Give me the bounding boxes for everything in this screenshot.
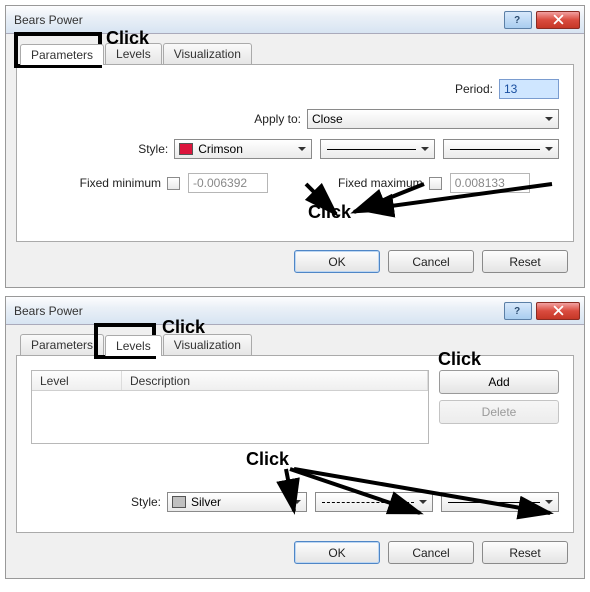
color-name: Crimson — [198, 142, 243, 156]
add-button[interactable]: Add — [439, 370, 559, 394]
tab-parameters[interactable]: Parameters — [20, 334, 104, 355]
line-style-combo[interactable] — [315, 492, 433, 512]
style-label: Style: — [31, 142, 168, 156]
color-combo[interactable]: Silver — [167, 492, 307, 512]
window-title: Bears Power — [14, 13, 504, 27]
chevron-down-icon — [290, 495, 304, 509]
window-title: Bears Power — [14, 304, 504, 318]
svg-text:?: ? — [514, 306, 520, 316]
chevron-down-icon — [416, 495, 430, 509]
delete-button[interactable]: Delete — [439, 400, 559, 424]
cancel-button[interactable]: Cancel — [388, 250, 474, 273]
button-row: OK Cancel Reset — [16, 242, 574, 273]
fixed-min-value[interactable]: -0.006392 — [188, 173, 268, 193]
dialog-levels: Bears Power ? Parameters Levels Visualiz… — [5, 296, 585, 579]
tab-visualization[interactable]: Visualization — [163, 43, 252, 64]
chevron-down-icon — [542, 495, 556, 509]
fixed-min-checkbox[interactable] — [167, 177, 180, 190]
tab-panel-levels: Level Description Add Delete Style: Silv… — [16, 355, 574, 533]
chevron-down-icon — [542, 112, 556, 126]
svg-text:?: ? — [514, 15, 520, 25]
line-width-combo[interactable] — [443, 139, 559, 159]
close-button[interactable] — [536, 302, 580, 320]
style-label: Style: — [31, 495, 161, 509]
color-combo[interactable]: Crimson — [174, 139, 311, 159]
chevron-down-icon — [295, 142, 309, 156]
tab-parameters[interactable]: Parameters — [20, 44, 104, 65]
title-bar: Bears Power ? — [6, 6, 584, 34]
fixed-max-label: Fixed maximum — [338, 176, 423, 190]
col-description[interactable]: Description — [122, 371, 428, 390]
title-bar: Bears Power ? — [6, 297, 584, 325]
period-label: Period: — [455, 82, 493, 96]
tab-levels[interactable]: Levels — [105, 43, 162, 64]
line-style-combo[interactable] — [320, 139, 436, 159]
color-swatch — [172, 496, 186, 508]
ok-button[interactable]: OK — [294, 250, 380, 273]
close-button[interactable] — [536, 11, 580, 29]
dialog-parameters: Bears Power ? Parameters Levels Visualiz… — [5, 5, 585, 288]
tab-panel-parameters: Period: Apply to: Close Style: Crimson — [16, 64, 574, 242]
tab-levels[interactable]: Levels — [105, 335, 162, 356]
fixed-max-checkbox[interactable] — [429, 177, 442, 190]
apply-to-label: Apply to: — [31, 112, 301, 126]
tab-visualization[interactable]: Visualization — [163, 334, 252, 355]
apply-to-value: Close — [312, 112, 343, 126]
ok-button[interactable]: OK — [294, 541, 380, 564]
chevron-down-icon — [418, 142, 432, 156]
col-level[interactable]: Level — [32, 371, 122, 390]
chevron-down-icon — [542, 142, 556, 156]
fixed-min-label: Fixed minimum — [31, 176, 161, 190]
reset-button[interactable]: Reset — [482, 250, 568, 273]
period-input[interactable] — [499, 79, 559, 99]
apply-to-combo[interactable]: Close — [307, 109, 559, 129]
line-width-combo[interactable] — [441, 492, 559, 512]
levels-list[interactable]: Level Description — [31, 370, 429, 444]
cancel-button[interactable]: Cancel — [388, 541, 474, 564]
help-button[interactable]: ? — [504, 302, 532, 320]
help-button[interactable]: ? — [504, 11, 532, 29]
color-name: Silver — [191, 495, 221, 509]
button-row: OK Cancel Reset — [16, 533, 574, 564]
fixed-max-value[interactable]: 0.008133 — [450, 173, 530, 193]
list-header: Level Description — [32, 371, 428, 391]
tab-strip: Parameters Levels Visualization — [20, 331, 574, 355]
tab-strip: Parameters Levels Visualization — [20, 40, 574, 64]
color-swatch — [179, 143, 193, 155]
reset-button[interactable]: Reset — [482, 541, 568, 564]
